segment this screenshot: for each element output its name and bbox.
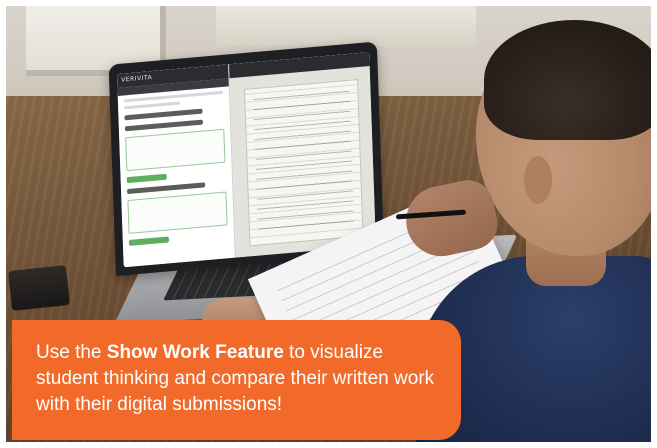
wallet xyxy=(8,265,70,311)
caption-highlight: Show Work Feature xyxy=(106,342,284,363)
correct-badge xyxy=(128,236,170,246)
text-line xyxy=(124,101,180,110)
correct-badge xyxy=(126,173,167,184)
app-header-right xyxy=(229,52,370,79)
caption-banner: Use the Show Work Feature to visualize s… xyxy=(12,320,461,440)
app-screen: VERIVITA xyxy=(116,52,376,268)
background-window-upper xyxy=(216,6,476,46)
caption-prefix: Use the xyxy=(36,342,107,363)
math-expression xyxy=(127,182,205,195)
handwritten-work-image xyxy=(243,79,364,247)
math-expression xyxy=(124,108,203,121)
person-hair xyxy=(484,20,651,140)
show-work-panel xyxy=(229,52,376,258)
assignment-panel: VERIVITA xyxy=(116,64,236,268)
caption-text: Use the Show Work Feature to visualize s… xyxy=(36,340,437,418)
photo-frame: VERIVITA Use the Show Work Feature to vi… xyxy=(0,0,657,448)
math-expression xyxy=(124,119,203,132)
brand-logo-left: VERIVITA xyxy=(121,74,153,84)
answer-box xyxy=(125,128,226,172)
answer-box xyxy=(127,191,228,234)
person-ear xyxy=(524,156,552,204)
